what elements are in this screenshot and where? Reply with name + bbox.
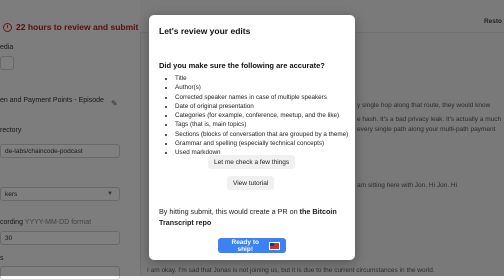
ready-button-label: Ready to ship! — [231, 238, 259, 253]
submit-note: By hitting submit, this would create a P… — [159, 206, 349, 228]
checklist-item: Tags (that is, main topics) — [175, 120, 348, 129]
modal-title: Let's review your edits — [159, 26, 251, 36]
checklist-item: Grammar and spelling (especially technic… — [175, 139, 348, 148]
submit-note-text: By hitting submit, this would create a P… — [159, 207, 300, 216]
checklist-item: Categories (for example, conference, mee… — [175, 111, 348, 120]
checklist-item: Sections (blocks of conversation that ar… — [175, 130, 348, 139]
check-edits-button[interactable]: Let me check a few things — [208, 155, 296, 169]
checklist-item: Corrected speaker names in case of multi… — [175, 93, 348, 102]
review-modal: Let's review your edits Did you make sur… — [149, 15, 355, 260]
view-tutorial-button[interactable]: View tutorial — [227, 176, 275, 190]
checklist-item: Title — [175, 74, 348, 83]
checklist-item: Date of original presentation — [175, 102, 348, 111]
review-checklist: Title Author(s) Corrected speaker names … — [167, 74, 348, 158]
checklist-item: Author(s) — [175, 83, 348, 92]
ready-to-ship-button[interactable]: Ready to ship! — [218, 238, 286, 253]
flag-icon — [269, 241, 280, 250]
modal-question: Did you make sure the following are accu… — [159, 61, 325, 70]
